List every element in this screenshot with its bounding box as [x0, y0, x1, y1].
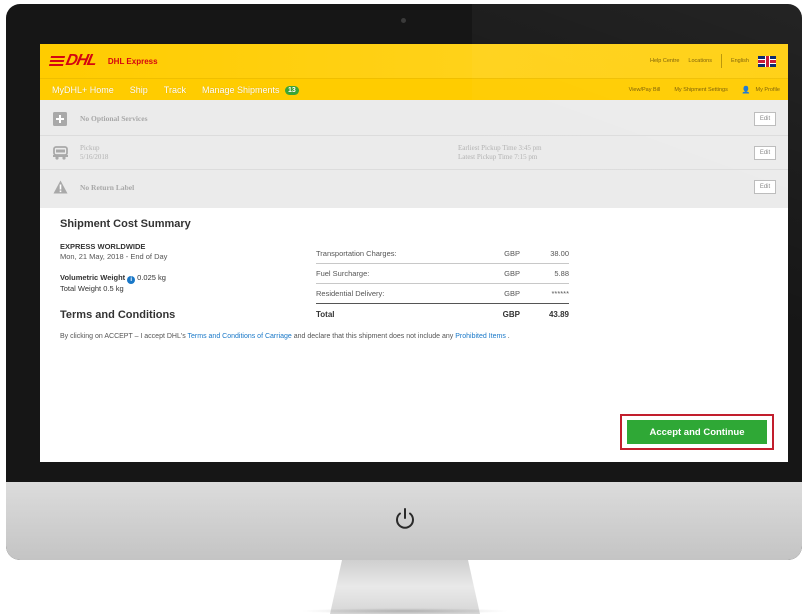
edit-return-label-button[interactable]: Edit: [754, 180, 776, 194]
top-divider: [720, 54, 722, 68]
return-label-row: No Return Label Edit: [40, 170, 788, 204]
screen: DHL DHL Express Help Centre Locations En…: [40, 44, 788, 462]
power-icon[interactable]: [392, 506, 418, 532]
top-links: Help Centre Locations English: [650, 44, 776, 78]
total-value: 43.89: [548, 309, 569, 319]
manage-shipments-badge: 13: [285, 85, 299, 95]
nav-ship[interactable]: Ship: [130, 85, 148, 95]
monitor-stand: [330, 560, 480, 614]
locations-link[interactable]: Locations: [688, 58, 712, 64]
pickup-info: Pickup 5/16/2018: [80, 144, 108, 162]
dhl-logo[interactable]: DHL: [48, 52, 98, 70]
cost-label: Residential Delivery:: [316, 289, 385, 298]
terms-text: By clicking on ACCEPT – I accept DHL's T…: [60, 333, 768, 340]
logo-stripes-icon: [49, 60, 65, 62]
cost-row: Residential Delivery: GBP ******: [316, 284, 569, 304]
nav-mydhl-home[interactable]: MyDHL+ Home: [52, 85, 114, 95]
pickup-date: 5/16/2018: [80, 152, 109, 161]
cost-table: Transportation Charges: GBP 38.00 Fuel S…: [316, 244, 569, 324]
cost-currency: GBP: [504, 249, 520, 258]
view-pay-bill-link[interactable]: View/Pay Bill: [629, 87, 661, 93]
language-link[interactable]: English: [731, 58, 749, 64]
pickup-truck-icon: [52, 145, 68, 161]
cost-value: 5.88: [554, 269, 569, 278]
header-bar: DHL DHL Express Help Centre Locations En…: [40, 44, 788, 78]
optional-services-row: No Optional Services Edit: [40, 102, 788, 136]
my-profile-link[interactable]: My Profile: [756, 87, 780, 93]
return-label-text: No Return Label: [80, 182, 135, 192]
cost-value: ******: [551, 289, 569, 298]
nav-right-links: View/Pay Bill My Shipment Settings 👤 My …: [629, 79, 780, 101]
cost-value: 38.00: [550, 249, 569, 258]
uk-flag-icon[interactable]: [758, 55, 776, 67]
optional-services-label: No Optional Services: [80, 114, 148, 123]
main-nav: MyDHL+ Home Ship Track Manage Shipments …: [40, 78, 788, 100]
total-row: Total GBP 43.89: [316, 304, 569, 324]
help-centre-link[interactable]: Help Centre: [650, 58, 679, 64]
cost-summary-section: Shipment Cost Summary EXPRESS WORLDWIDE …: [40, 208, 788, 340]
terms-text-before: By clicking on ACCEPT – I accept DHL's: [60, 333, 188, 340]
pickup-times: Earliest Pickup Time 3:45 pm Latest Pick…: [458, 144, 542, 162]
accept-highlight-box: Accept and Continue: [620, 414, 774, 450]
total-currency: GBP: [502, 309, 520, 319]
volumetric-weight-label: Volumetric Weight: [60, 273, 126, 282]
edit-optional-services-button[interactable]: Edit: [754, 112, 776, 126]
warning-triangle-icon: [52, 179, 68, 195]
cost-label: Fuel Surcharge:: [316, 269, 370, 278]
shipment-options: No Optional Services Edit Pickup 5/16/20…: [40, 100, 788, 208]
cost-row: Transportation Charges: GBP 38.00: [316, 244, 569, 264]
brand-label: DHL Express: [107, 56, 158, 66]
pickup-row: Pickup 5/16/2018 Earliest Pickup Time 3:…: [40, 136, 788, 170]
stand-shadow: [300, 608, 510, 614]
nav-manage-shipments-label: Manage Shipments: [201, 84, 280, 95]
cost-currency: GBP: [504, 269, 520, 278]
cost-row: Fuel Surcharge: GBP 5.88: [316, 264, 569, 284]
user-icon: 👤: [741, 87, 751, 94]
edit-pickup-button[interactable]: Edit: [754, 146, 776, 160]
info-icon[interactable]: i: [127, 276, 136, 284]
nav-track[interactable]: Track: [164, 85, 186, 95]
earliest-pickup-time: Earliest Pickup Time 3:45 pm: [458, 144, 542, 152]
shipment-settings-link[interactable]: My Shipment Settings: [674, 87, 728, 93]
volumetric-weight-value: 0.025 kg: [137, 273, 166, 282]
monitor-chin: [6, 482, 802, 560]
latest-pickup-time: Latest Pickup Time 7:15 pm: [458, 153, 538, 161]
terms-of-carriage-link[interactable]: Terms and Conditions of Carriage: [188, 333, 292, 340]
total-label: Total: [316, 309, 335, 319]
terms-text-after: .: [505, 333, 510, 340]
cost-currency: GBP: [504, 289, 520, 298]
camera-dot: [401, 18, 406, 23]
accept-and-continue-button[interactable]: Accept and Continue: [627, 420, 767, 444]
plus-box-icon: [52, 111, 68, 127]
logo-text: DHL: [64, 52, 98, 69]
cost-label: Transportation Charges:: [316, 249, 397, 258]
prohibited-items-link[interactable]: Prohibited Items: [455, 333, 506, 340]
monitor-frame: DHL DHL Express Help Centre Locations En…: [6, 4, 802, 560]
pickup-label: Pickup: [80, 143, 100, 152]
terms-text-middle: and declare that this shipment does not …: [291, 333, 456, 340]
cost-summary-title: Shipment Cost Summary: [60, 218, 191, 230]
nav-manage-shipments[interactable]: Manage Shipments 13: [202, 85, 299, 95]
